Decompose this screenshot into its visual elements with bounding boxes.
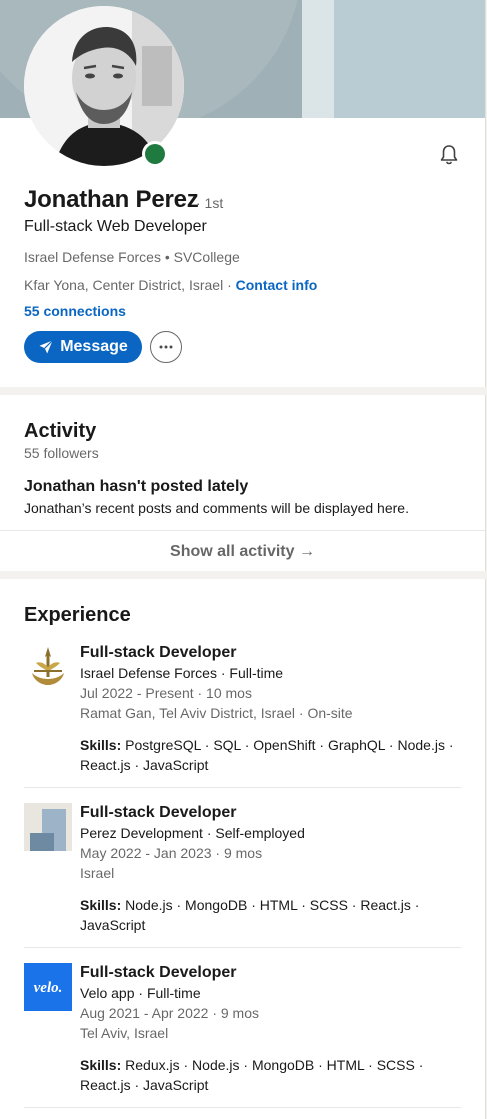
experience-skills: Skills: Redux.js · Node.js · MongoDB · H… bbox=[80, 1055, 461, 1095]
experience-item: Full-stack Developer Perez Development ·… bbox=[24, 803, 461, 943]
message-button-label: Message bbox=[60, 338, 128, 355]
experience-title-text: Full-stack Developer bbox=[80, 964, 237, 981]
divider bbox=[24, 947, 461, 948]
skills-list: Node.js · MongoDB · HTML · SCSS · React.… bbox=[125, 897, 420, 913]
profile-headline: Full-stack Web Developer bbox=[24, 218, 207, 235]
experience-dates: May 2022 - Jan 2023 · 9 mos bbox=[80, 845, 263, 861]
company-placeholder-logo-icon[interactable] bbox=[24, 803, 72, 851]
experience-skills: Skills: Node.js · MongoDB · HTML · SCSS … bbox=[80, 895, 461, 935]
more-actions-button[interactable] bbox=[150, 331, 182, 363]
experience-location: Israel bbox=[80, 865, 115, 881]
ellipsis-icon bbox=[159, 345, 173, 349]
activity-empty-title: Jonathan hasn't posted lately bbox=[24, 478, 249, 495]
divider bbox=[24, 787, 461, 788]
experience-dates: Jul 2022 - Present · 10 mos bbox=[80, 685, 252, 701]
skills-list: PostgreSQL · SQL · OpenShift · GraphQL ·… bbox=[125, 737, 454, 753]
send-icon bbox=[39, 340, 54, 354]
activity-title: Activity bbox=[24, 420, 97, 442]
bell-icon[interactable] bbox=[437, 143, 461, 167]
experience-dates: Aug 2021 - Apr 2022 · 9 mos bbox=[80, 1005, 259, 1021]
experience-item: velo. Full-stack Developer Velo app · Fu… bbox=[24, 963, 461, 1103]
skills-label: Skills: bbox=[80, 1057, 122, 1073]
profile-location: Kfar Yona, Center District, Israel · bbox=[24, 277, 236, 293]
online-status-indicator bbox=[142, 141, 168, 167]
skills-list-continued: React.js · JavaScript bbox=[80, 1077, 209, 1093]
experience-location: Tel Aviv, Israel bbox=[80, 1025, 169, 1041]
contact-info-link[interactable]: Contact info bbox=[236, 277, 318, 293]
skills-list-continued: React.js · JavaScript bbox=[80, 757, 209, 773]
profile-name: Jonathan Perez bbox=[24, 186, 199, 213]
skills-label: Skills: bbox=[80, 897, 122, 913]
experience-skills: Skills: PostgreSQL · SQL · OpenShift · G… bbox=[80, 735, 461, 775]
followers-count: 55 followers bbox=[24, 445, 99, 461]
experience-company: Israel Defense Forces · Full-time bbox=[80, 665, 284, 681]
profile-card: Jonathan Perez · 1st Full-stack Web Deve… bbox=[0, 0, 486, 387]
experience-card: Experience Full-stack Developer Israel D… bbox=[0, 579, 486, 1119]
experience-company: Perez Development · Self-employed bbox=[80, 825, 305, 841]
profile-location-row: Kfar Yona, Center District, Israel · Con… bbox=[24, 277, 317, 293]
connections-link[interactable]: 55 connections bbox=[24, 303, 126, 319]
activity-empty-description: Jonathan’s recent posts and comments wil… bbox=[24, 500, 409, 516]
experience-title-text: Full-stack Developer bbox=[80, 644, 237, 661]
skills-list-continued: JavaScript bbox=[80, 917, 146, 933]
experience-title-text: Full-stack Developer bbox=[80, 804, 237, 821]
skills-list: Redux.js · Node.js · MongoDB · HTML · SC… bbox=[125, 1057, 424, 1073]
velo-logo-icon[interactable]: velo. bbox=[24, 963, 72, 1011]
experience-company: Velo app · Full-time bbox=[80, 985, 201, 1001]
skills-label: Skills: bbox=[80, 737, 122, 753]
profile-organizations: Israel Defense Forces • SVCollege bbox=[24, 249, 240, 265]
show-all-activity-button[interactable]: Show all activity → bbox=[0, 530, 485, 572]
experience-title: Experience bbox=[24, 604, 131, 626]
activity-card: Activity 55 followers Jonathan hasn't po… bbox=[0, 395, 486, 571]
experience-item: Full-stack Developer Israel Defense Forc… bbox=[24, 643, 461, 783]
experience-location: Ramat Gan, Tel Aviv District, Israel · O… bbox=[80, 705, 353, 721]
svg-text:velo.: velo. bbox=[34, 980, 63, 996]
connection-degree: · 1st bbox=[196, 195, 224, 211]
divider bbox=[24, 1107, 461, 1108]
message-button[interactable]: Message bbox=[24, 331, 142, 363]
idf-logo-icon[interactable] bbox=[24, 643, 72, 691]
